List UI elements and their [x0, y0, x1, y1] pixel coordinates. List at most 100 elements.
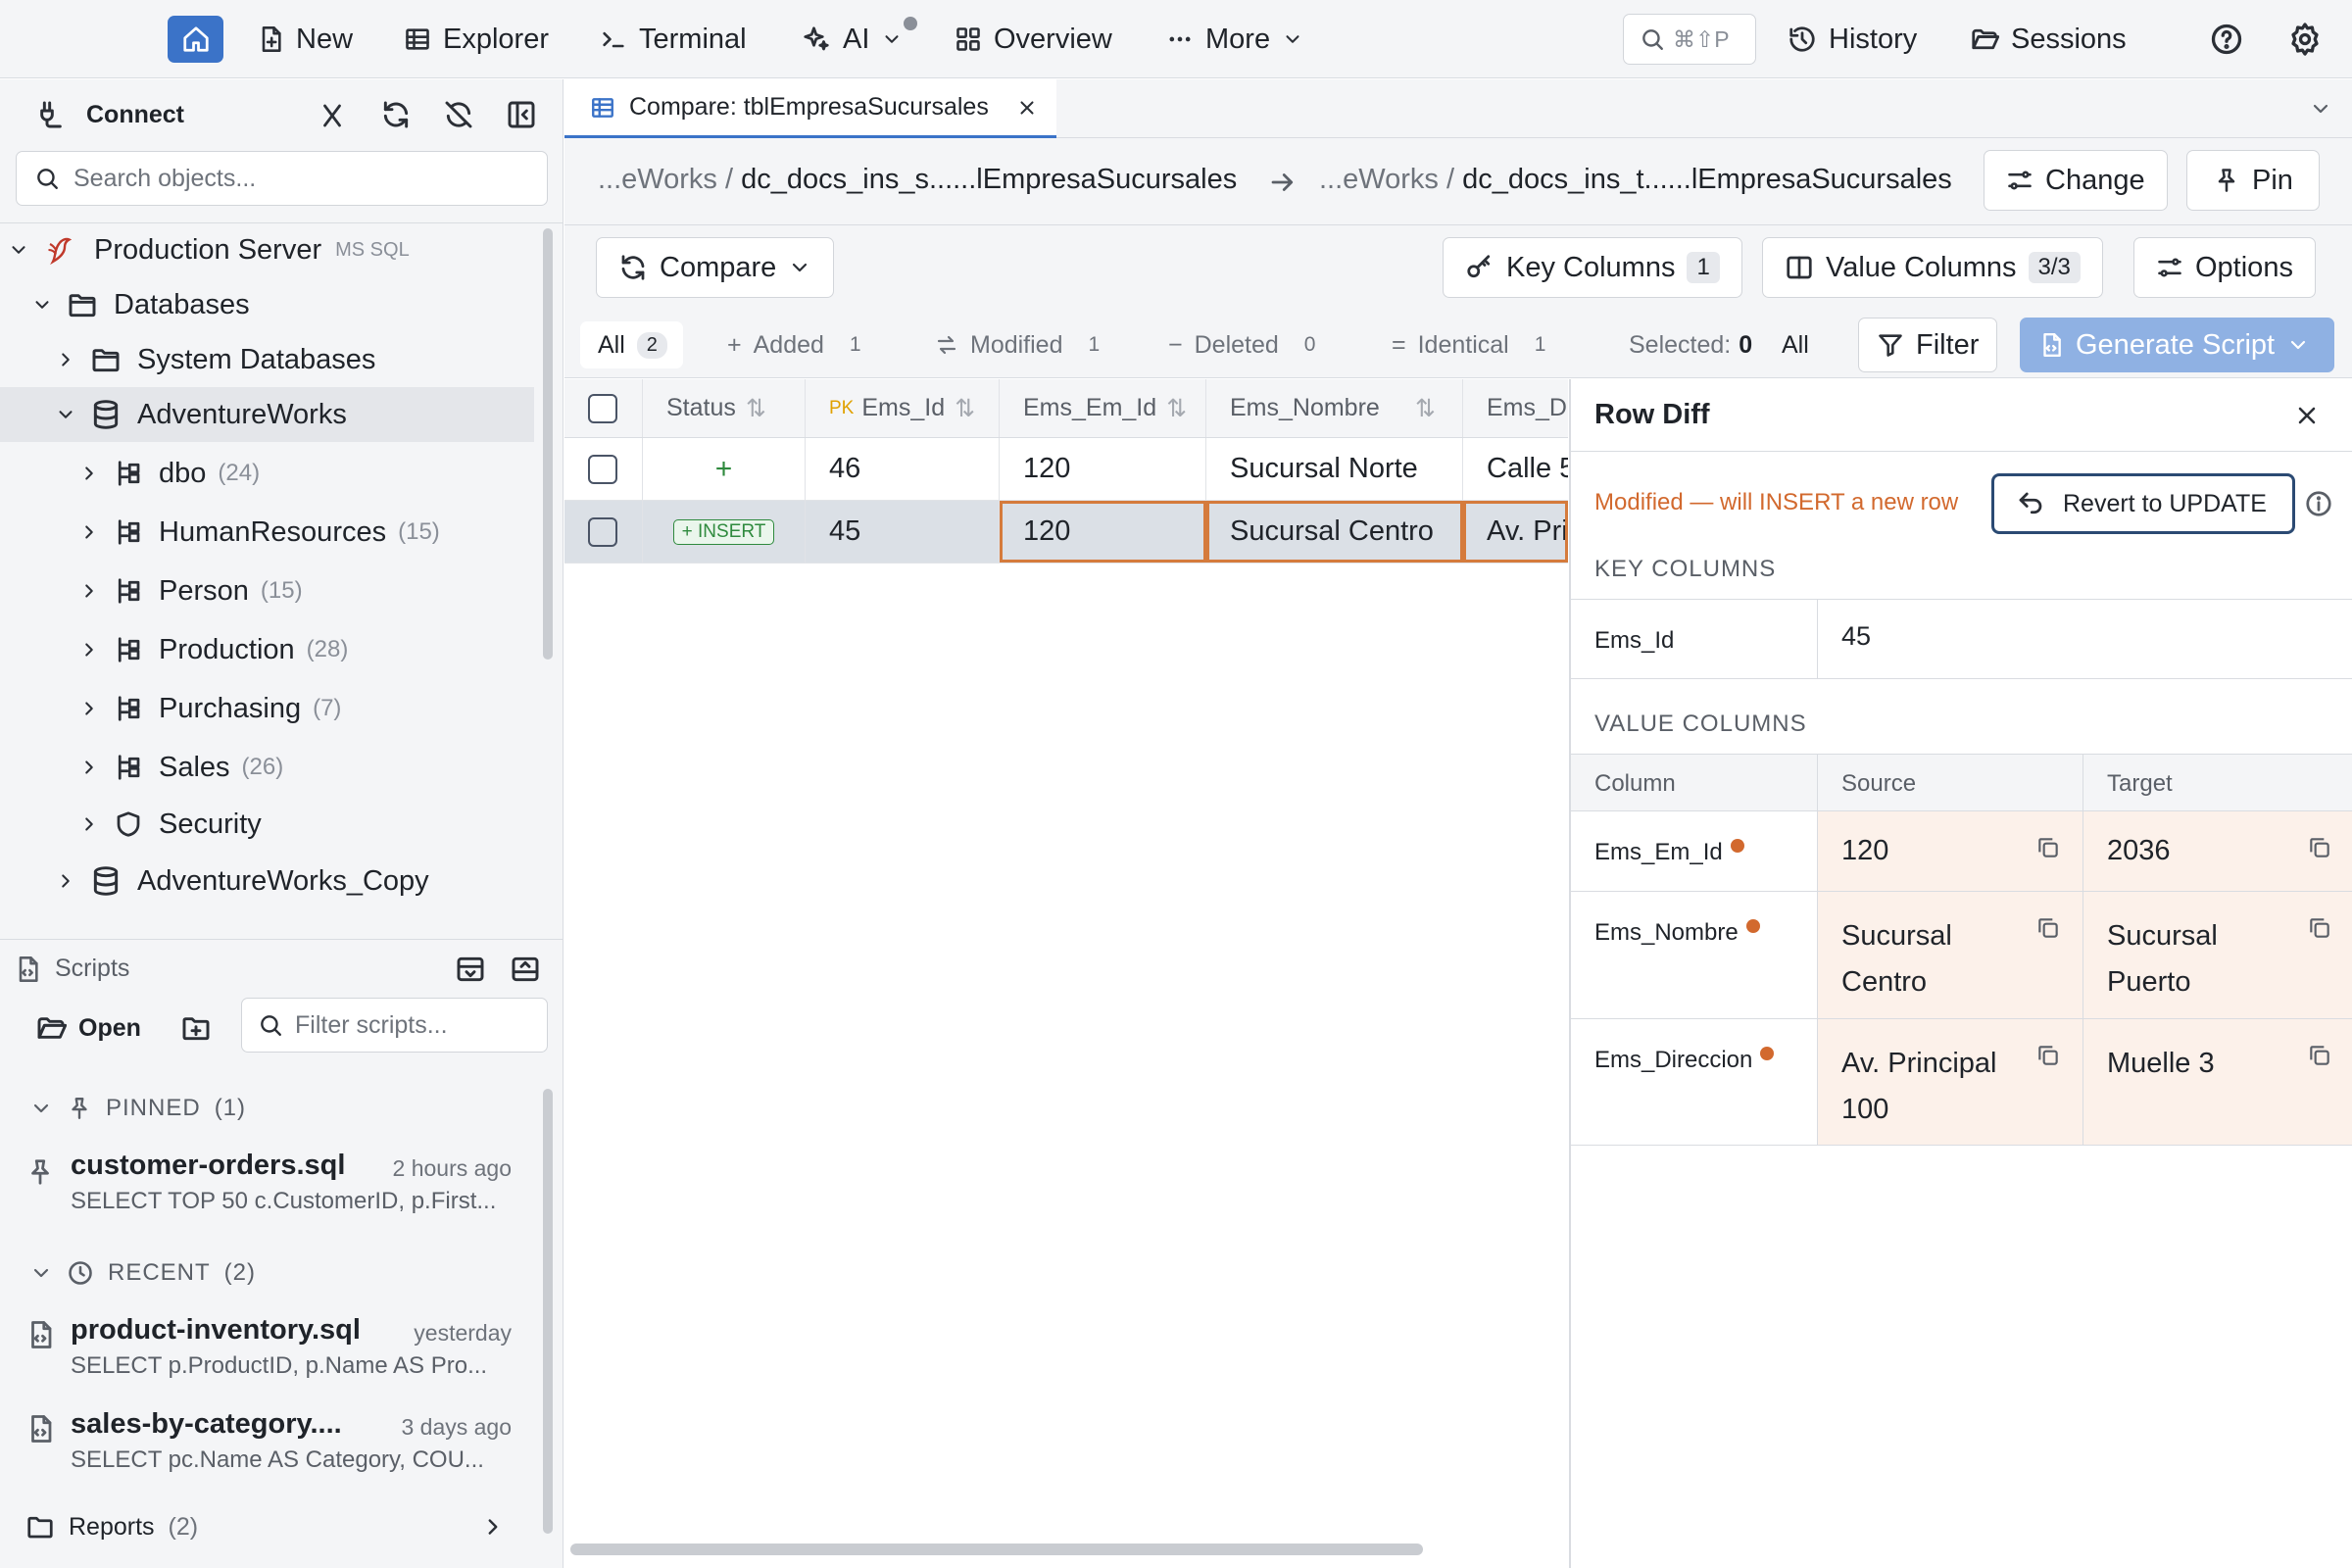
scripts-scrollbar[interactable] — [543, 1089, 553, 1534]
grid-horizontal-scrollbar[interactable] — [570, 1544, 1423, 1555]
row-checkbox[interactable] — [588, 454, 617, 484]
key-columns-button[interactable]: Key Columns 1 — [1443, 237, 1742, 298]
sessions-button[interactable]: Sessions — [1970, 16, 2127, 63]
explorer-button[interactable]: Explorer — [404, 16, 549, 63]
pinned-section-header[interactable]: PINNED (1) — [29, 1089, 246, 1128]
generate-script-button[interactable]: Generate Script — [2020, 318, 2334, 372]
collapse-scripts-button[interactable] — [455, 954, 486, 985]
filter-deleted[interactable]: − Deleted 0 — [1168, 323, 1315, 367]
overview-button[interactable]: Overview — [955, 16, 1112, 63]
new-button[interactable]: New — [257, 16, 353, 63]
close-icon[interactable] — [1016, 97, 1038, 119]
tree-label: Security — [159, 808, 262, 840]
recent-section-header[interactable]: RECENT (2) — [29, 1253, 256, 1293]
copy-icon[interactable] — [2035, 915, 2061, 941]
row-checkbox[interactable] — [588, 516, 617, 547]
tree-item-adventureworks[interactable]: AdventureWorks — [0, 387, 534, 442]
close-icon[interactable] — [2293, 402, 2321, 429]
filter-modified-count: 1 — [1088, 333, 1101, 356]
connect-button[interactable]: Connect — [35, 99, 184, 130]
tree-scrollbar[interactable] — [543, 228, 553, 660]
disconnect-button[interactable] — [318, 101, 347, 130]
settings-button[interactable] — [2287, 22, 2323, 57]
filter-identical[interactable]: = Identical 1 — [1392, 323, 1545, 367]
new-folder-button[interactable] — [180, 1012, 212, 1044]
change-button[interactable]: Change — [1984, 150, 2168, 211]
select-all-checkbox[interactable] — [588, 393, 617, 423]
select-all-link[interactable]: All — [1782, 323, 1809, 367]
tab-overflow-button[interactable] — [2309, 97, 2332, 121]
table-row[interactable]: + 46 120 Sucursal Norte Calle 5 — [564, 438, 1568, 501]
terminal-button[interactable]: Terminal — [600, 16, 747, 63]
table-row-selected[interactable]: + INSERT 45 120 Sucursal Centro Av. Pri — [564, 501, 1568, 564]
tree-item-sales[interactable]: Sales (26) — [0, 740, 549, 795]
collapse-panel-button[interactable] — [506, 99, 537, 130]
revert-to-update-button[interactable]: Revert to UPDATE — [1991, 473, 2295, 534]
ai-button[interactable]: AI — [802, 16, 903, 63]
copy-icon[interactable] — [2307, 915, 2332, 941]
chevron-right-icon — [85, 643, 93, 657]
folder-open-icon — [37, 1017, 67, 1039]
value-columns-button[interactable]: Value Columns 3/3 — [1762, 237, 2103, 298]
tree-item-databases[interactable]: Databases — [0, 277, 549, 332]
more-button[interactable]: More — [1166, 16, 1303, 63]
ellipsis-icon — [1169, 36, 1191, 42]
status-cell: + — [643, 438, 806, 500]
undo-icon — [2019, 492, 2042, 514]
copy-icon[interactable] — [2035, 835, 2061, 860]
info-icon[interactable] — [2304, 489, 2333, 518]
help-button[interactable] — [2209, 22, 2244, 57]
tab-compare[interactable]: Compare: tblEmpresaSucursales — [564, 79, 1056, 138]
header-ems-id[interactable]: PK Ems_Id ⇅ — [806, 379, 1000, 437]
sparkle-icon — [804, 26, 829, 51]
open-script-button[interactable]: Open — [35, 1012, 141, 1044]
header-ems-d[interactable]: Ems_D — [1463, 379, 1568, 437]
tree-item-dbo[interactable]: dbo (24) — [0, 446, 549, 501]
filter-added[interactable]: + Added 1 — [727, 323, 861, 367]
refresh-off-icon — [445, 101, 472, 128]
tree-item-security[interactable]: Security — [0, 797, 549, 852]
tree-item-humanresources[interactable]: HumanResources (15) — [0, 505, 549, 560]
options-button[interactable]: Options — [2133, 237, 2316, 298]
reports-row[interactable]: Reports (2) — [25, 1502, 506, 1551]
script-item[interactable]: customer-orders.sql 2 hours ago SELECT T… — [71, 1150, 512, 1215]
search-objects-input[interactable]: Search objects... — [16, 151, 548, 206]
pin-button[interactable]: Pin — [2186, 150, 2320, 211]
tree-item-system-databases[interactable]: System Databases — [0, 332, 549, 387]
filter-button[interactable]: Filter — [1858, 318, 1998, 372]
command-search[interactable]: ⌘⇧P — [1623, 14, 1756, 65]
folder-icon — [92, 349, 120, 372]
revert-label: Revert to UPDATE — [2063, 489, 2267, 517]
gear-icon — [2291, 23, 2319, 56]
header-ems-nombre[interactable]: Ems_Nombre ⇅ — [1206, 379, 1463, 437]
search-icon — [37, 169, 58, 189]
copy-icon[interactable] — [2307, 835, 2332, 860]
filter-deleted-label: Deleted — [1194, 330, 1279, 359]
filter-off-button[interactable] — [443, 99, 474, 130]
filter-scripts-input[interactable]: Filter scripts... — [241, 998, 548, 1053]
expand-scripts-button[interactable] — [510, 954, 541, 985]
header-status[interactable]: Status ⇅ — [643, 379, 806, 437]
copy-icon[interactable] — [2307, 1043, 2332, 1068]
copy-icon[interactable] — [2035, 1043, 2061, 1068]
history-button[interactable]: History — [1788, 16, 1917, 63]
tree-server[interactable]: Production Server MS SQL — [0, 222, 549, 277]
tree-item-purchasing[interactable]: Purchasing (7) — [0, 681, 549, 736]
tree-item-person[interactable]: Person (15) — [0, 564, 549, 618]
filter-all[interactable]: All 2 — [580, 321, 683, 368]
selection-info: Selected: 0 — [1629, 323, 1752, 367]
filter-all-label: All — [598, 330, 625, 359]
plug-icon — [40, 101, 62, 128]
home-button[interactable] — [168, 16, 223, 63]
schema-icon — [118, 461, 140, 486]
compare-button[interactable]: Compare — [596, 237, 835, 298]
script-item[interactable]: product-inventory.sql yesterday SELECT p… — [71, 1314, 512, 1380]
filter-modified[interactable]: Modified 1 — [935, 323, 1100, 367]
refresh-button[interactable] — [380, 99, 412, 130]
tree-item-production[interactable]: Production (28) — [0, 622, 549, 677]
tree-item-adventureworks-copy[interactable]: AdventureWorks_Copy — [0, 854, 549, 908]
script-item[interactable]: sales-by-category.... 3 days ago SELECT … — [71, 1408, 512, 1474]
header-ems-em-id[interactable]: Ems_Em_Id ⇅ — [1000, 379, 1206, 437]
columns-icon — [1787, 256, 1812, 279]
sliders-icon — [2008, 171, 2032, 190]
